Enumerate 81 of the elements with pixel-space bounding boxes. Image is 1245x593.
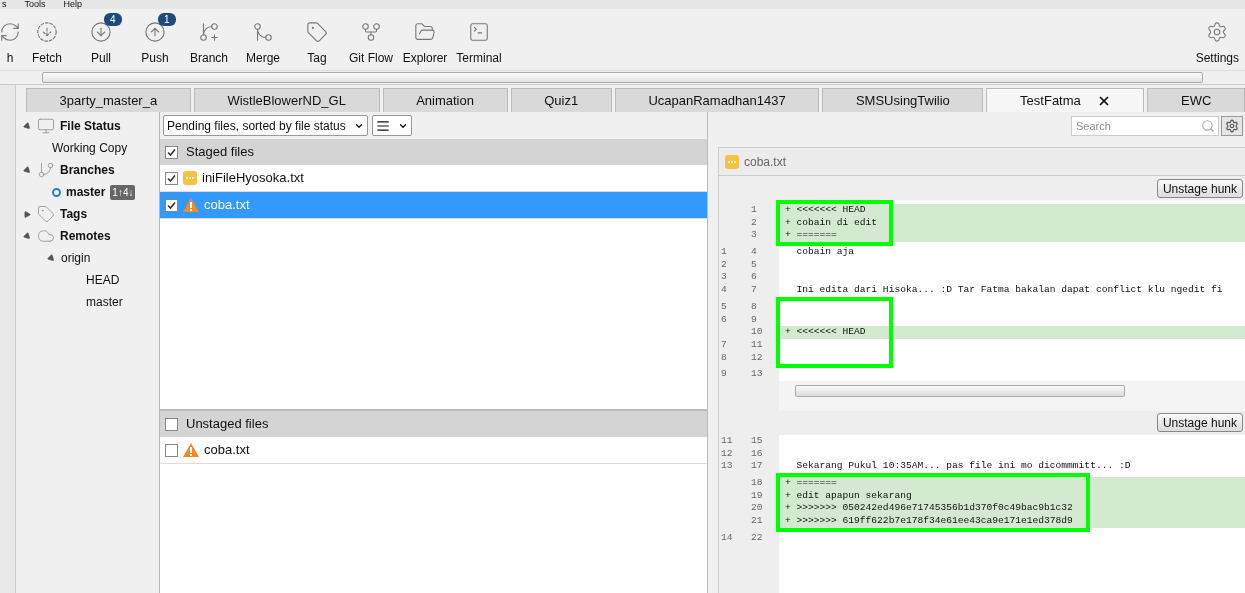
repo-tab[interactable]: Quiz1 [510, 88, 612, 112]
modified-icon [725, 154, 739, 169]
checkbox[interactable] [165, 443, 178, 457]
section-icon [37, 117, 55, 135]
file-name: iniFileHyosoka.txt [202, 169, 304, 188]
count-badge: 4 [104, 12, 122, 26]
repo-tab[interactable]: TestFatma [986, 88, 1145, 112]
sidebar-heading[interactable]: File Status [60, 117, 121, 135]
toolbar-icon [90, 20, 112, 43]
vertical-scrollbar[interactable] [0, 85, 16, 593]
toolbar-icon [414, 20, 436, 43]
expander-icon[interactable] [24, 122, 32, 130]
list-icon [375, 118, 390, 133]
search-field[interactable]: Search [1071, 115, 1219, 136]
settings-button[interactable]: Settings [1195, 12, 1245, 67]
section-icon [37, 205, 55, 223]
repo-tab[interactable]: WistleBlowerND_GL [193, 88, 380, 112]
ahead-behind-badge: 1↑4↓ [110, 184, 136, 200]
toolbar-button[interactable]: Merge [236, 12, 290, 67]
toolbar-button[interactable]: 4 Pull [74, 12, 128, 67]
scrollbar[interactable] [42, 72, 1203, 83]
expander-icon[interactable] [24, 210, 32, 218]
unstage-hunk-button[interactable]: Unstage hunk [1156, 178, 1243, 198]
repo-tab[interactable]: 3party_master_a [26, 88, 191, 112]
file-name: coba.txt [204, 196, 250, 215]
toolbar-button[interactable]: Fetch [20, 12, 74, 67]
section-icon [37, 227, 55, 245]
toolbar-button[interactable]: Branch [182, 12, 236, 67]
toolbar-button[interactable]: Git Flow [344, 12, 398, 67]
warning-icon [183, 198, 199, 212]
sidebar-item[interactable]: master [24, 293, 159, 311]
gear-icon [1225, 118, 1239, 133]
sidebar-item[interactable]: master [66, 183, 106, 201]
toolbar-icon [0, 20, 21, 43]
toolbar-button[interactable]: Tag [290, 12, 344, 67]
unstage-hunk-button[interactable]: Unstage hunk [1156, 413, 1243, 433]
toolbar-button[interactable]: h [0, 12, 20, 67]
section-icon [37, 161, 55, 179]
list-options-button[interactable] [371, 115, 412, 136]
toolbar-icon [36, 20, 58, 43]
repo-tab[interactable]: Animation [382, 88, 508, 112]
settings-icon [1206, 20, 1229, 43]
horizontal-scrollbar[interactable] [795, 384, 1125, 397]
expander-icon[interactable] [48, 254, 56, 262]
file-name: coba.txt [204, 441, 250, 460]
sidebar-item[interactable]: origin [61, 249, 91, 267]
modified-icon [183, 171, 197, 185]
menu-item[interactable]: Tools [22, 0, 46, 9]
expander-icon[interactable] [24, 232, 32, 240]
count-badge: 1 [158, 12, 176, 26]
checkbox[interactable] [165, 198, 178, 212]
repo-tab[interactable]: SMSUsingTwilio [822, 88, 984, 112]
toolbar-icon [360, 20, 382, 43]
checkbox[interactable] [165, 417, 178, 431]
toolbar-button[interactable]: 1 Push [128, 12, 182, 67]
search-icon [1201, 118, 1215, 133]
menu-item[interactable]: s [0, 0, 7, 9]
checkbox[interactable] [165, 171, 178, 185]
view-dropdown[interactable]: Pending files, sorted by file status [163, 115, 368, 136]
repo-tab[interactable]: EWC [1147, 88, 1245, 112]
section-label: Staged files [186, 143, 254, 162]
sidebar-heading[interactable]: Remotes [60, 227, 111, 245]
toolbar-icon [468, 20, 490, 43]
toolbar-icon [144, 20, 166, 43]
repo-tab[interactable]: UcapanRamadhan1437 [614, 88, 820, 112]
sidebar-heading[interactable]: Tags [60, 205, 88, 223]
menu-item[interactable]: Help [61, 0, 83, 9]
sidebar-item[interactable]: HEAD [24, 271, 159, 289]
warning-icon [183, 443, 199, 457]
expander-icon[interactable] [24, 166, 32, 174]
sidebar-item[interactable]: Working Copy [52, 139, 128, 157]
diff-file-name: coba.txt [744, 153, 787, 171]
sidebar-heading[interactable]: Branches [60, 161, 115, 179]
toolbar-button[interactable]: Explorer [398, 12, 452, 67]
toolbar-button[interactable]: Terminal [452, 12, 506, 67]
toolbar-icon [198, 20, 220, 43]
toolbar-icon [252, 20, 274, 43]
checkbox[interactable] [165, 145, 178, 159]
section-label: Unstaged files [186, 415, 269, 434]
settings-menu-button[interactable] [1221, 115, 1243, 136]
toolbar-icon [306, 20, 328, 43]
